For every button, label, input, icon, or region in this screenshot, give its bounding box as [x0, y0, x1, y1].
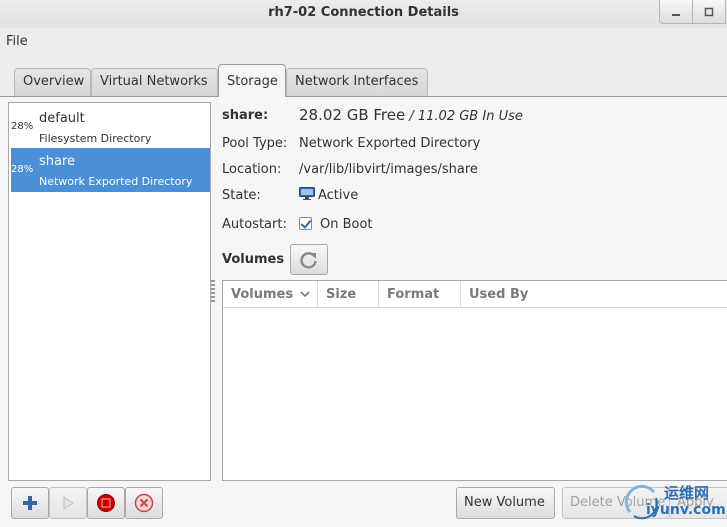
autostart-control[interactable]: On Boot: [299, 217, 373, 232]
minimize-icon: [672, 13, 680, 16]
stop-pool-button[interactable]: [87, 487, 125, 519]
pool-type-value: Network Exported Directory: [299, 136, 481, 151]
pool-free: 28.02 GB Free: [299, 106, 406, 124]
pool-row-default[interactable]: 28% default Filesystem Directory: [11, 105, 210, 149]
pool-name: share: [39, 154, 76, 169]
pool-type: Network Exported Directory: [39, 175, 193, 188]
sort-down-icon: [300, 291, 310, 298]
maximize-button[interactable]: [692, 0, 726, 24]
storage-pool-list[interactable]: 28% default Filesystem Directory 28% sha…: [8, 102, 211, 481]
new-volume-button[interactable]: New Volume: [456, 487, 555, 519]
state-value: Active: [299, 187, 358, 203]
refresh-icon: [300, 251, 317, 269]
column-header-format[interactable]: Format: [379, 281, 461, 308]
apply-button[interactable]: Apply: [669, 487, 727, 519]
tab-storage[interactable]: Storage: [218, 64, 286, 97]
location-value: /var/lib/libvirt/images/share: [299, 162, 478, 177]
pool-capacity: 28.02 GB Free / 11.02 GB In Use: [299, 106, 523, 124]
plus-icon: [23, 496, 37, 510]
delete-volume-button[interactable]: Delete Volume: [562, 487, 670, 519]
pool-type: Filesystem Directory: [39, 132, 152, 145]
menu-bar: File: [0, 28, 727, 56]
pool-in-use: / 11.02 GB In Use: [409, 109, 523, 124]
pool-name-label: share:: [222, 108, 269, 123]
column-header-volumes[interactable]: Volumes: [223, 281, 318, 308]
tab-virtual-networks[interactable]: Virtual Networks: [91, 68, 218, 96]
pool-name: default: [39, 111, 85, 126]
column-header-size[interactable]: Size: [318, 281, 379, 308]
delete-icon: [134, 493, 154, 513]
pool-row-share[interactable]: 28% share Network Exported Directory: [11, 148, 210, 192]
column-header-used-by[interactable]: Used By: [461, 281, 727, 308]
menu-file[interactable]: File: [6, 34, 28, 49]
volumes-title: Volumes: [222, 252, 285, 267]
delete-pool-button[interactable]: [125, 487, 163, 519]
pool-usage: 28%: [11, 164, 34, 175]
add-pool-button[interactable]: [11, 487, 49, 519]
pool-usage: 28%: [11, 121, 34, 132]
window-title: rh7-02 Connection Details: [268, 5, 459, 20]
location-label: Location:: [222, 162, 282, 177]
pool-type-label: Pool Type:: [222, 136, 288, 151]
autostart-checkbox[interactable]: [299, 217, 312, 230]
monitor-running-icon: [299, 187, 315, 200]
tab-overview[interactable]: Overview: [14, 68, 91, 96]
tab-network-interfaces[interactable]: Network Interfaces: [286, 68, 428, 96]
autostart-text: On Boot: [320, 217, 373, 232]
volumes-table[interactable]: Volumes Size Format Used By: [222, 280, 727, 481]
stop-icon: [97, 494, 115, 512]
start-pool-button[interactable]: [49, 487, 87, 519]
refresh-volumes-button[interactable]: [290, 244, 328, 275]
state-text: Active: [318, 188, 359, 203]
title-bar: rh7-02 Connection Details: [0, 0, 727, 28]
minimize-button[interactable]: [659, 0, 693, 24]
maximize-icon: [704, 7, 714, 16]
play-icon: [63, 496, 74, 510]
state-label: State:: [222, 188, 261, 203]
volumes-table-header: Volumes Size Format Used By: [223, 281, 727, 308]
pane-resize-handle[interactable]: [211, 280, 215, 304]
autostart-label: Autostart:: [222, 217, 287, 232]
